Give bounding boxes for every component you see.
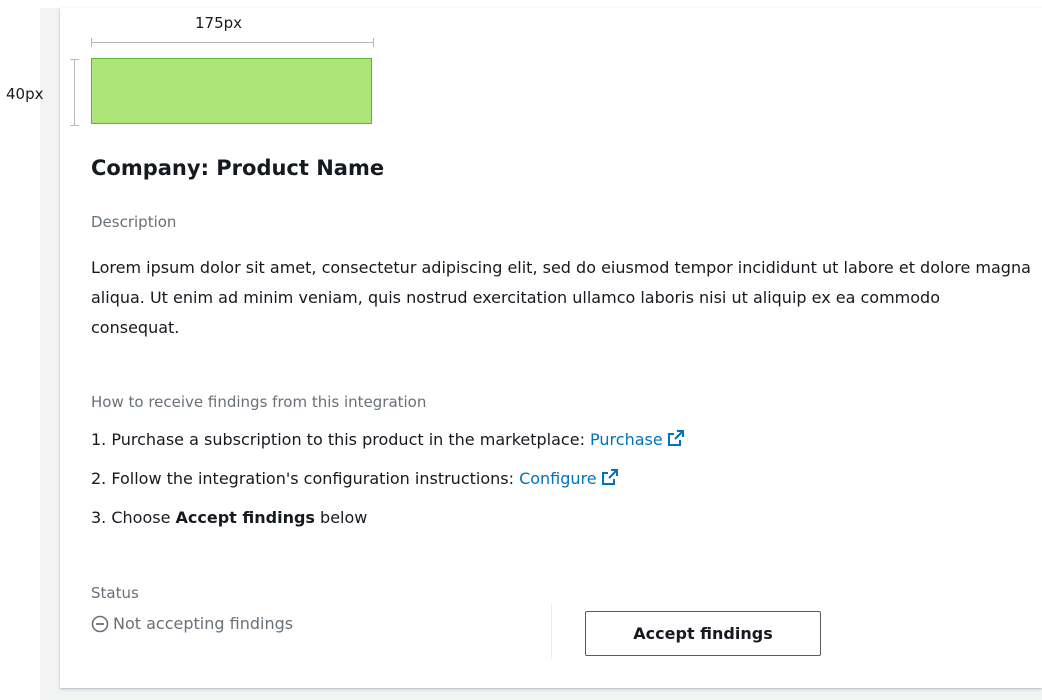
product-title: Company: Product Name — [91, 156, 385, 180]
step-emphasis: Accept findings — [175, 508, 315, 527]
description-text: Lorem ipsum dolor sit amet, consectetur … — [91, 258, 1031, 337]
how-to-label: How to receive findings from this integr… — [91, 393, 427, 411]
height-annotation-line — [74, 59, 75, 125]
status-value: Not accepting findings — [91, 614, 293, 633]
width-annotation-label: 175px — [195, 14, 243, 32]
step-text: below — [314, 508, 368, 527]
accept-findings-button[interactable]: Accept findings — [585, 611, 821, 656]
external-link-icon — [667, 430, 684, 446]
step-item: 3. Choose Accept findings below — [91, 503, 685, 542]
page: 175px 40px Company: Product Name Descrip… — [0, 0, 1042, 700]
vertical-divider — [551, 604, 552, 659]
height-annotation-cap-bottom — [70, 125, 79, 126]
width-annotation-line — [91, 42, 374, 43]
step-text: 3. Choose — [91, 508, 176, 527]
how-to-steps: 1. Purchase a subscription to this produ… — [91, 425, 685, 542]
height-annotation-label: 40px — [6, 85, 44, 103]
minus-circle-icon — [91, 615, 109, 632]
product-logo-placeholder — [91, 58, 372, 124]
configure-link[interactable]: Configure — [519, 469, 619, 488]
status-value-text: Not accepting findings — [113, 614, 294, 633]
width-annotation-cap-right — [373, 38, 374, 47]
external-link-icon — [601, 469, 618, 485]
height-annotation-cap-top — [70, 59, 79, 60]
width-annotation-cap-left — [91, 38, 92, 47]
description-label: Description — [91, 213, 177, 231]
step-item: 2. Follow the integration's configuratio… — [91, 464, 685, 503]
configure-link-label: Configure — [519, 469, 597, 488]
purchase-link-label: Purchase — [590, 430, 663, 449]
step-item: 1. Purchase a subscription to this produ… — [91, 425, 685, 464]
status-label: Status — [91, 584, 139, 602]
purchase-link[interactable]: Purchase — [590, 430, 685, 449]
step-text: 2. Follow the integration's configuratio… — [91, 469, 520, 488]
step-text: 1. Purchase a subscription to this produ… — [91, 430, 591, 449]
